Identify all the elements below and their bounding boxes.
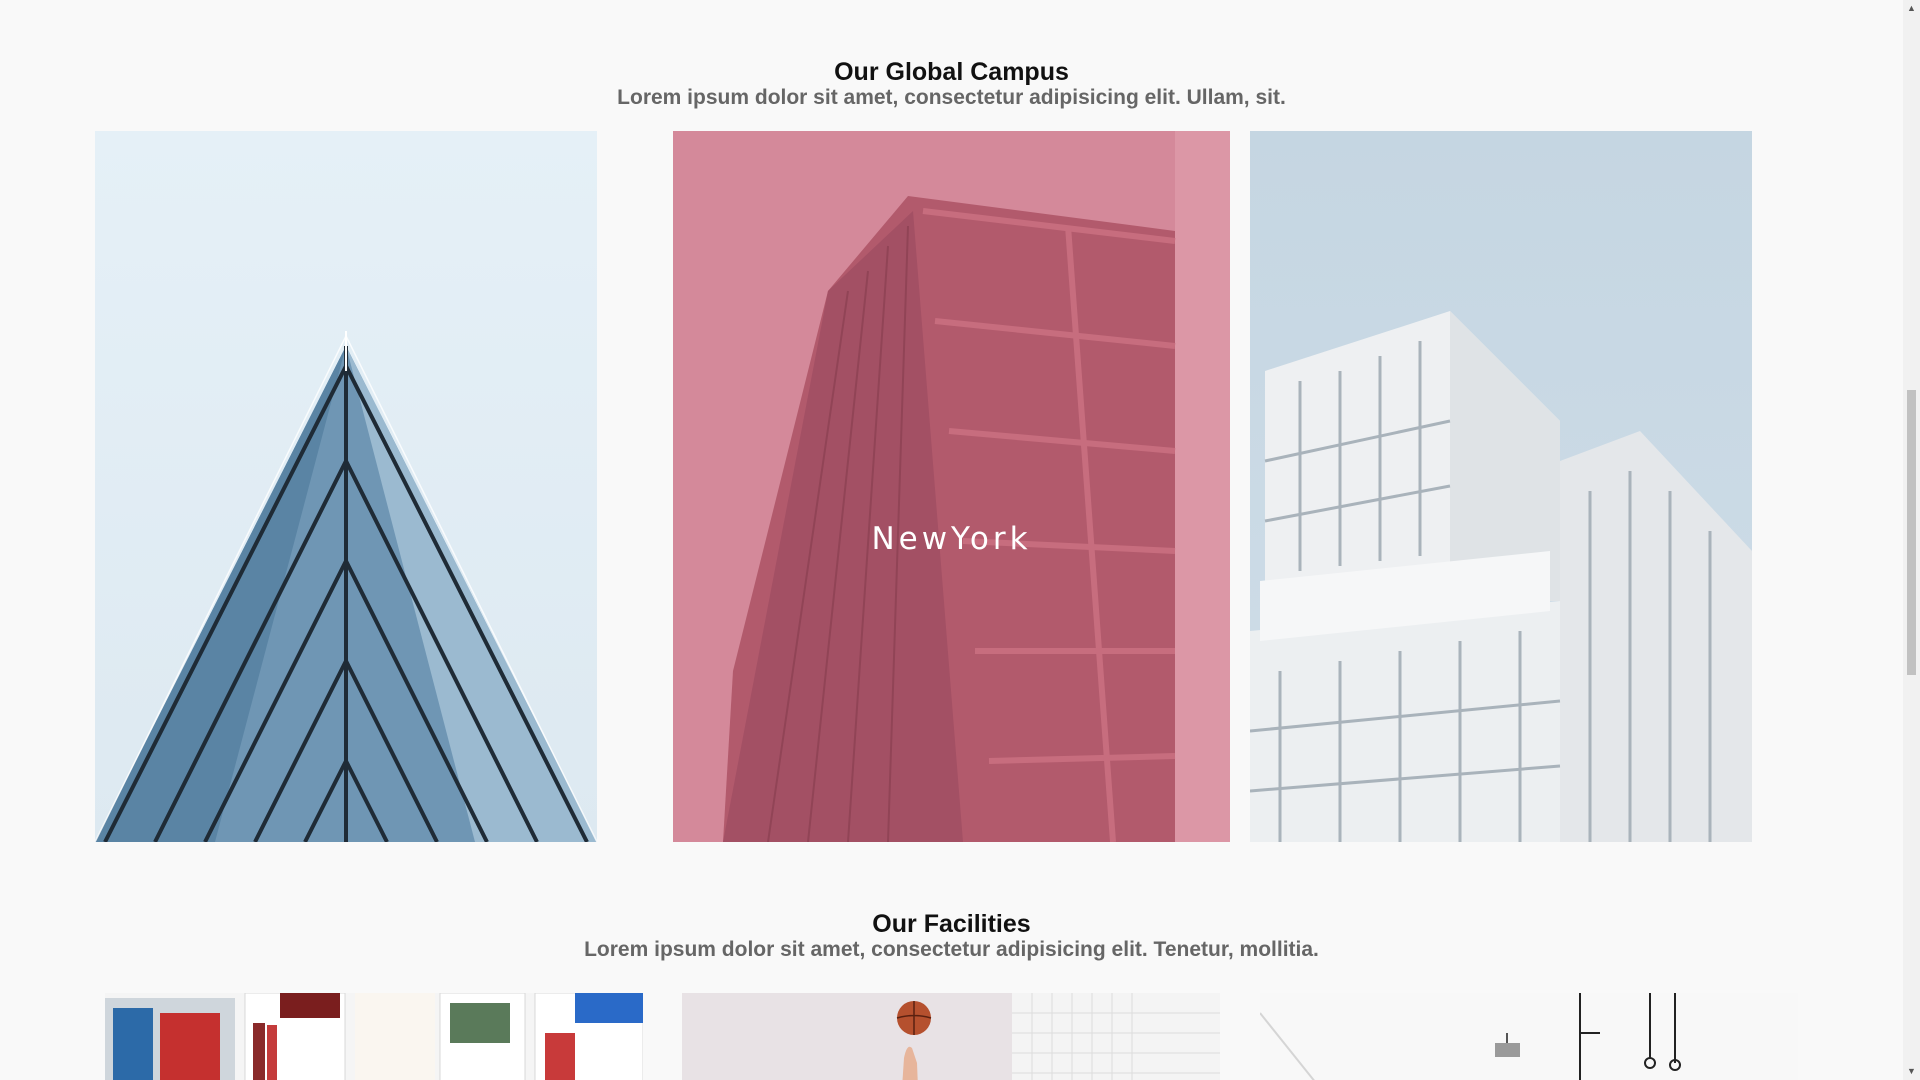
facility-card-3[interactable] bbox=[1260, 993, 1798, 1080]
campus-section-title: Our Global Campus bbox=[834, 58, 1069, 86]
campus-card-1[interactable] bbox=[95, 131, 597, 842]
campus-card-2[interactable]: NewYork bbox=[673, 131, 1230, 842]
basketball-player-image bbox=[682, 993, 1220, 1080]
facilities-section-title: Our Facilities bbox=[872, 910, 1031, 938]
campus-section-subtitle: Lorem ipsum dolor sit amet, consectetur … bbox=[617, 86, 1286, 109]
red-glass-tower-image bbox=[673, 131, 1230, 842]
campus-city-label: NewYork bbox=[871, 521, 1032, 557]
white-classroom-image bbox=[1260, 993, 1798, 1080]
chevron-down-icon[interactable]: ▼ bbox=[1903, 1063, 1920, 1080]
scrollbar-thumb[interactable] bbox=[1907, 390, 1916, 675]
page: Our Global Campus Lorem ipsum dolor sit … bbox=[0, 0, 1920, 1080]
chevron-up-icon[interactable]: ▲ bbox=[1903, 0, 1920, 17]
page-scrollbar[interactable]: ▲ ▼ bbox=[1903, 0, 1920, 1080]
campus-card-3[interactable] bbox=[1250, 131, 1752, 842]
library-bookshelf-image bbox=[105, 993, 643, 1080]
facilities-section-subtitle: Lorem ipsum dolor sit amet, consectetur … bbox=[584, 938, 1319, 961]
white-modern-building-image bbox=[1250, 311, 1752, 842]
facility-card-2[interactable] bbox=[682, 993, 1220, 1080]
facility-card-1[interactable] bbox=[105, 993, 643, 1080]
glass-pyramid-building-image bbox=[95, 331, 597, 842]
